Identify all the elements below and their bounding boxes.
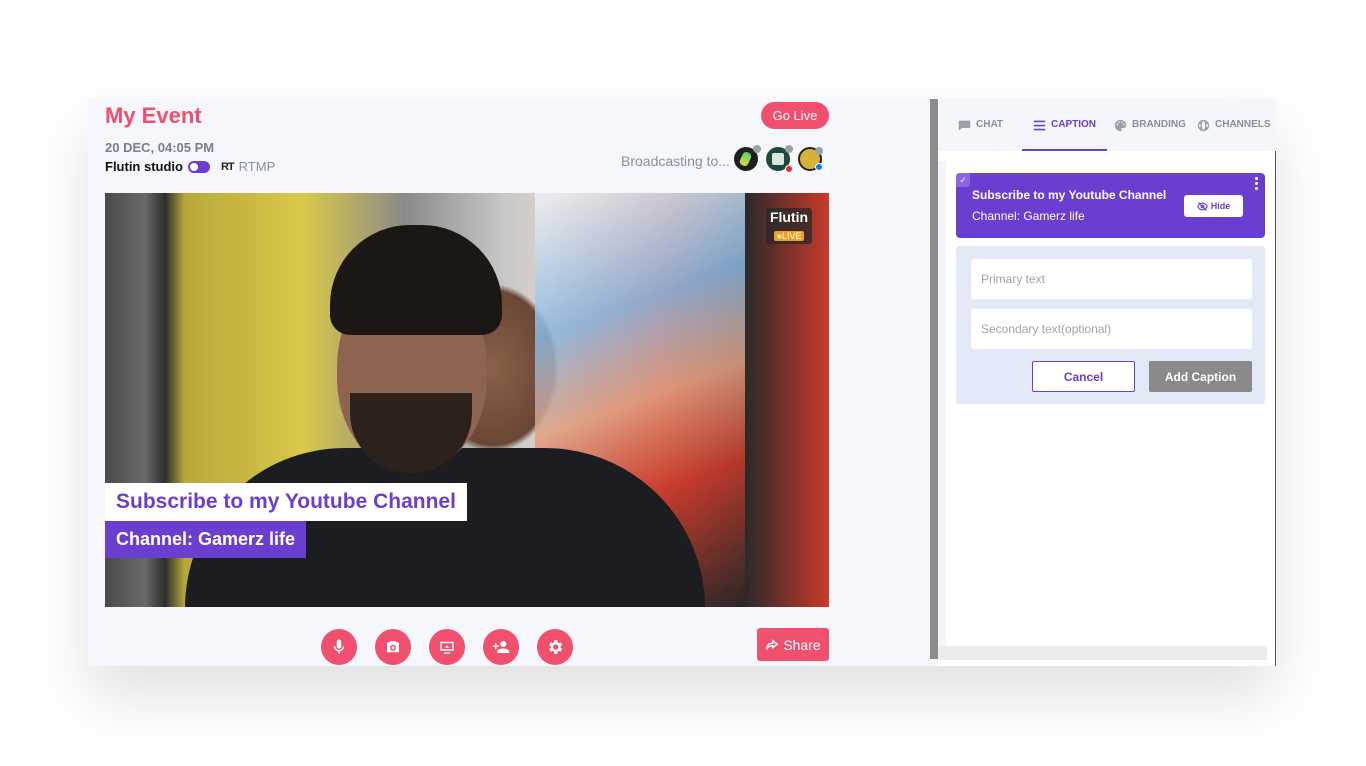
overlay-caption-secondary: Channel: Gamerz life (105, 521, 307, 558)
studio-row: Flutin studio RT RTMP (105, 159, 275, 174)
panel-scrollbar[interactable] (938, 646, 1267, 660)
share-button[interactable]: Share (757, 628, 829, 661)
video-preview: Flutin ●LIVE Subscribe to my Youtube Cha… (105, 193, 829, 607)
tab-caption-label: CAPTION (1051, 119, 1096, 130)
tab-branding[interactable]: BRANDING (1114, 119, 1186, 151)
tab-branding-label: BRANDING (1132, 119, 1186, 130)
tab-channels-label: CHANNELS (1215, 119, 1271, 130)
destination-avatar[interactable] (798, 147, 823, 171)
settings-button[interactable] (537, 629, 573, 665)
eye-off-icon (1196, 201, 1208, 211)
share-label: Share (783, 636, 821, 653)
palette-icon (1114, 119, 1127, 132)
tab-chat-label: CHAT (976, 119, 1004, 130)
destination-avatars (734, 145, 823, 173)
cancel-button[interactable]: Cancel (1032, 361, 1135, 392)
caption-card-secondary: Channel: Gamerz life (972, 209, 1085, 223)
globe-icon (1197, 119, 1210, 132)
stage-pane: My Event 20 DEC, 04:05 PM Flutin studio … (88, 99, 930, 666)
pane-divider[interactable] (930, 99, 938, 659)
badge-name: Flutin (769, 209, 809, 225)
destination-avatar[interactable] (734, 145, 761, 171)
rtmp-label[interactable]: RTMP (239, 159, 276, 174)
screen-share-button[interactable] (429, 629, 465, 665)
caption-icon (1033, 120, 1046, 131)
studio-label: Flutin studio (105, 159, 183, 174)
status-dot (785, 145, 793, 153)
hide-caption-button[interactable]: Hide (1184, 195, 1243, 217)
event-title: My Event (105, 103, 202, 128)
share-icon (766, 638, 779, 650)
destination-avatar[interactable] (766, 145, 793, 173)
studio-toggle[interactable] (187, 160, 210, 173)
add-caption-button[interactable]: Add Caption (1149, 361, 1252, 392)
facebook-badge-icon (815, 163, 823, 171)
status-dot (815, 147, 823, 155)
badge-live: ●LIVE (773, 231, 805, 241)
check-icon[interactable]: ✓ (956, 173, 970, 187)
tab-chat[interactable]: CHAT (958, 119, 1003, 151)
chat-icon (958, 120, 971, 131)
side-tabs: CHAT CAPTION BRANDING CHANNELS (938, 99, 1276, 151)
add-guest-button[interactable] (483, 629, 519, 665)
studio-window: My Event 20 DEC, 04:05 PM Flutin studio … (88, 99, 1276, 666)
add-guest-icon (492, 641, 510, 653)
status-dot (753, 145, 761, 153)
overlay-caption-primary: Subscribe to my Youtube Channel (105, 483, 467, 521)
microphone-icon (333, 639, 345, 654)
side-panel: CHAT CAPTION BRANDING CHANNELS ✓ Subscri… (938, 99, 1276, 666)
hide-label: Hide (1210, 201, 1231, 211)
youtube-badge-icon (785, 165, 793, 173)
caption-panel-body: ✓ Subscribe to my Youtube Channel Channe… (946, 161, 1267, 646)
broadcasting-label: Broadcasting to... (621, 153, 730, 169)
event-datetime: 20 DEC, 04:05 PM (105, 140, 215, 155)
caption-panel: ✓ Subscribe to my Youtube Channel Channe… (938, 161, 1267, 646)
caption-form: Cancel Add Caption (956, 246, 1265, 404)
go-live-button[interactable]: Go Live (761, 102, 829, 129)
settings-icon (549, 640, 563, 654)
primary-text-input[interactable] (971, 259, 1252, 299)
tab-channels[interactable]: CHANNELS (1197, 119, 1271, 151)
caption-card[interactable]: ✓ Subscribe to my Youtube Channel Channe… (956, 173, 1265, 238)
rtmp-icon: RT (220, 160, 235, 173)
microphone-button[interactable] (321, 629, 357, 665)
more-options-icon[interactable] (1255, 177, 1259, 191)
person-hair (330, 225, 502, 335)
tab-caption[interactable]: CAPTION (1022, 119, 1107, 151)
secondary-text-input[interactable] (971, 309, 1252, 349)
control-bar (321, 629, 573, 665)
caption-card-primary: Subscribe to my Youtube Channel (972, 188, 1167, 202)
camera-icon (387, 641, 399, 653)
camera-button[interactable] (375, 629, 411, 665)
screen-share-icon (440, 641, 454, 654)
flutin-live-badge: Flutin ●LIVE (766, 208, 812, 244)
